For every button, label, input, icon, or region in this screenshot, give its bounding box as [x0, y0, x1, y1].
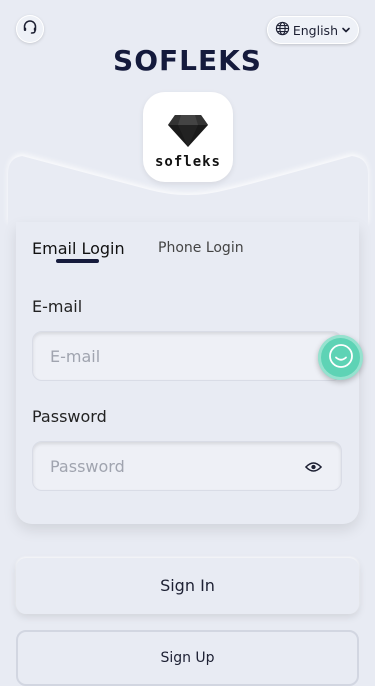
language-selector[interactable]: English: [266, 16, 359, 44]
customer-support-button[interactable]: [16, 15, 44, 43]
headset-icon: [22, 19, 38, 39]
toggle-password-visibility-button[interactable]: [301, 459, 325, 475]
tab-phone-login[interactable]: Phone Login: [158, 240, 244, 256]
sign-in-button[interactable]: Sign In: [16, 558, 359, 614]
globe-icon: [275, 21, 290, 39]
login-card: Email Login Phone Login E-mail Password: [16, 222, 359, 524]
brand-title: SOFLEKS: [113, 44, 262, 77]
chat-support-button[interactable]: [318, 335, 363, 380]
brand-logo: sofleks: [143, 92, 233, 182]
password-field[interactable]: [32, 441, 342, 491]
diamond-icon: [167, 92, 209, 152]
email-field[interactable]: [32, 331, 342, 381]
eye-icon: [304, 458, 322, 477]
smiley-chat-icon: [327, 342, 355, 374]
active-tab-indicator: [56, 259, 99, 263]
email-label: E-mail: [32, 297, 83, 316]
logo-text: sofleks: [154, 154, 221, 170]
password-label: Password: [32, 407, 107, 426]
sign-up-button[interactable]: Sign Up: [16, 630, 359, 686]
tab-email-login[interactable]: Email Login: [32, 239, 125, 258]
chevron-down-icon: [341, 23, 351, 38]
language-label: English: [292, 22, 338, 38]
